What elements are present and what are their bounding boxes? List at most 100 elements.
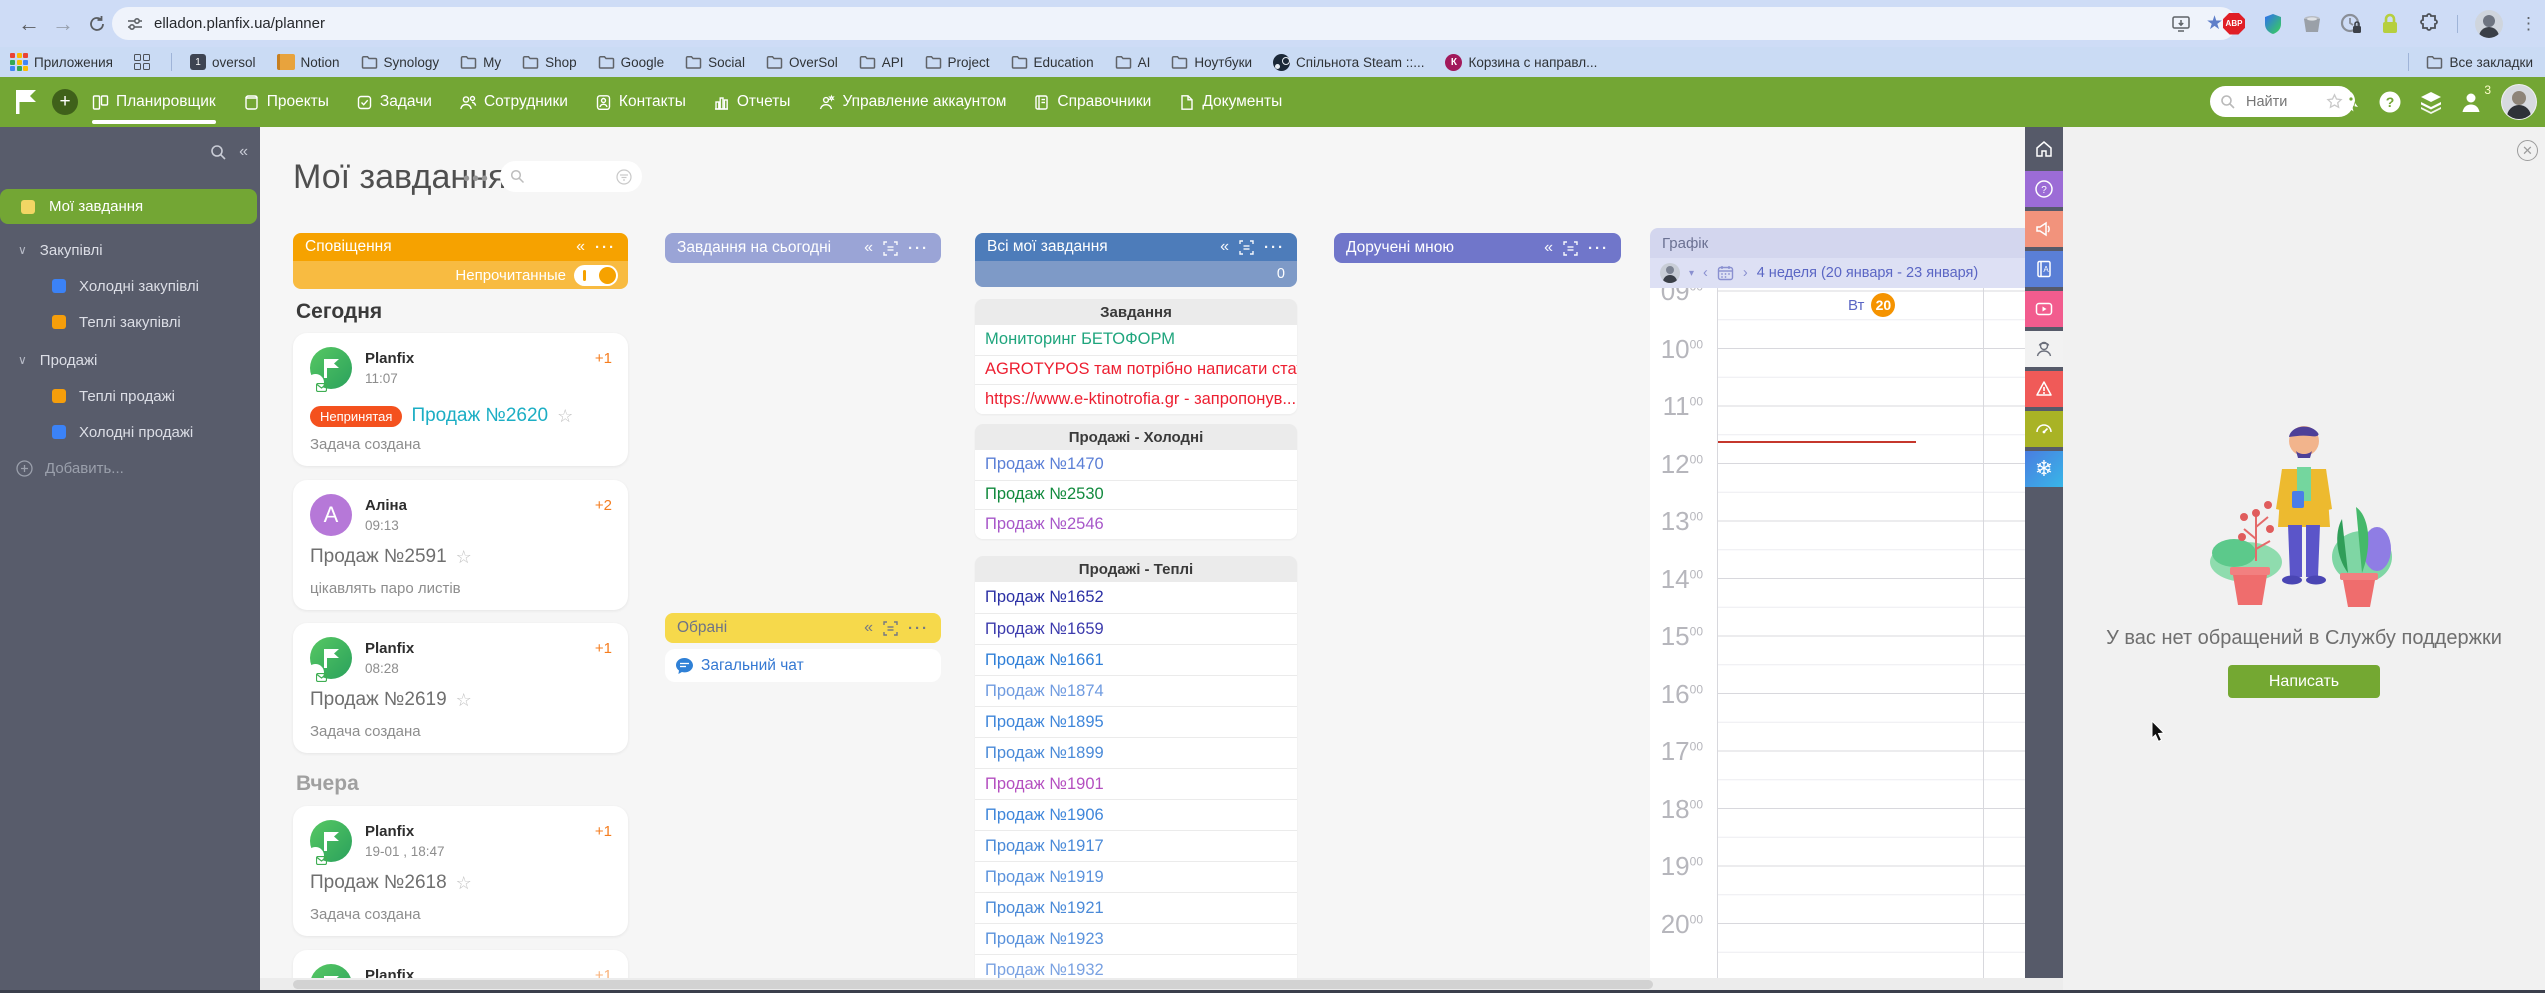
task-link[interactable]: Продаж №2591 [310,546,447,568]
task-link[interactable]: Продаж №2620 [411,405,548,427]
sidebar-item-warm-sales[interactable]: Теплі продажі [0,381,257,411]
scrollbar-thumb[interactable] [293,979,1653,989]
collapse-icon[interactable]: « [1220,238,1229,256]
board-menu-icon[interactable]: ··· [908,620,929,637]
bucket-extension-icon[interactable] [2301,13,2323,35]
next-week-icon[interactable]: › [1743,265,1748,281]
favorite-star-icon[interactable]: ☆ [456,873,472,894]
menu-icon[interactable] [2300,93,2324,111]
expand-icon[interactable] [1563,240,1578,256]
task-row[interactable]: https://www.e-ktinotrofia.gr - запропону… [975,384,1297,414]
task-row[interactable]: Мониторинг БЕТОФОРМ [975,325,1297,355]
support-write-button[interactable]: Написать [2228,665,2380,698]
task-link[interactable]: Продаж №2618 [310,872,447,894]
today-date-badge[interactable]: 20 [1871,293,1896,317]
nav-directories[interactable]: Справочники [1033,77,1151,127]
task-row[interactable]: Продаж №1470 [975,450,1297,480]
close-icon[interactable]: ✕ [2517,140,2538,161]
expand-icon[interactable] [883,240,898,256]
horizontal-scrollbar[interactable] [260,978,2063,990]
bookmark-folder[interactable]: My [460,55,501,70]
bookmark-folder[interactable]: API [859,55,904,70]
video-tutorials-icon[interactable] [2025,291,2063,327]
layers-icon[interactable] [2419,90,2443,114]
nav-planner[interactable]: Планировщик [92,77,216,127]
task-row[interactable]: Продаж №1917 [975,830,1297,861]
favorites-header[interactable]: Обрані « ··· [665,613,941,643]
schedule-user-avatar[interactable] [1660,263,1680,283]
notification-card[interactable]: Planfix 11:07 +1 Непринятая Продаж №2620… [293,333,628,466]
sidebar-search-icon[interactable] [210,144,227,161]
sidebar-add-planner-button[interactable]: Добавить... [0,453,257,483]
task-group-header[interactable]: Продажі - Холодні [975,424,1297,450]
bookmark-folder[interactable]: Ноутбуки [1171,55,1252,70]
nav-reports[interactable]: Отчеты [713,77,790,127]
all-bookmarks-button[interactable]: Все закладки [2407,53,2533,71]
url-text[interactable]: elladon.planfix.ua/planner [154,15,325,32]
nav-account[interactable]: Управление аккаунтом [817,77,1006,127]
help-icon[interactable]: ? [2378,90,2402,114]
task-row[interactable]: Продаж №1661 [975,644,1297,675]
task-row[interactable]: Продаж №1895 [975,706,1297,737]
collapse-icon[interactable]: « [864,619,873,637]
task-row[interactable]: Продаж №1659 [975,613,1297,644]
notification-card[interactable]: Planfix 19-01 , 18:47 +1 Продаж №2618 ☆ … [293,806,628,936]
task-row[interactable]: Продаж №1874 [975,675,1297,706]
bookmark-notion[interactable]: Notion [276,54,340,70]
task-group-header[interactable]: Завдання [975,299,1297,325]
page-title-menu-icon[interactable]: ••• [463,168,490,191]
site-settings-icon[interactable] [126,15,144,33]
prev-week-icon[interactable]: ‹ [1703,265,1708,281]
whats-new-rocket-icon[interactable] [2341,91,2361,113]
planner-search[interactable] [500,161,642,192]
bookmark-grid-button[interactable] [133,54,150,70]
schedule-day-area[interactable]: Вт 20 Ср 21 [1717,288,2062,978]
sidebar-collapse-icon[interactable]: « [239,143,248,161]
task-group-header[interactable]: Продажі - Теплі [975,556,1297,582]
bookmark-cart[interactable]: К Корзина с направл... [1445,53,1597,71]
bookmark-folder[interactable]: Project [925,55,990,70]
board-menu-icon[interactable]: ··· [908,240,929,257]
browser-menu-icon[interactable]: ⋮ [2520,15,2537,32]
filter-icon[interactable] [616,168,632,185]
expand-icon[interactable] [883,620,898,636]
address-bar[interactable]: elladon.planfix.ua/planner ★ [112,7,2237,40]
collapse-icon[interactable]: « [1544,239,1553,257]
collapse-icon[interactable]: « [864,239,873,257]
expand-icon[interactable] [1239,239,1254,255]
board-menu-icon[interactable]: ··· [1264,239,1285,256]
task-row[interactable]: Продаж №1923 [975,923,1297,954]
adblock-extension-icon[interactable]: ABP [2223,12,2245,35]
task-row[interactable]: Продаж №2530 [975,479,1297,509]
bookmark-oversol[interactable]: 1 oversol [189,54,256,70]
task-row[interactable]: AGROTYPOS там потрібно написати статт... [975,354,1297,384]
collapse-icon[interactable]: « [576,238,585,256]
support-contact-icon[interactable]: 3 [2460,83,2491,113]
install-app-icon[interactable] [2171,14,2191,34]
nav-contacts[interactable]: Контакты [595,77,686,127]
guide-book-icon[interactable]: A [2025,251,2063,287]
support-service-icon[interactable] [2025,331,2063,367]
board-menu-icon[interactable]: ··· [1588,240,1609,257]
browser-reload-button[interactable] [80,7,114,41]
nav-tasks[interactable]: Задачи [356,77,432,127]
today-tasks-header[interactable]: Завдання на сьогодні « ··· [665,233,941,263]
task-row[interactable]: Продаж №2546 [975,509,1297,539]
bookmark-apps[interactable]: Приложения [0,53,113,71]
favorite-star-icon[interactable]: ☆ [557,406,573,427]
task-row[interactable]: Продаж №1652 [975,582,1297,613]
bookmark-folder[interactable]: Social [685,55,745,70]
bookmark-folder[interactable]: Education [1011,55,1094,70]
bookmark-folder[interactable]: Shop [522,55,577,70]
home-icon[interactable] [2025,131,2063,167]
announcements-icon[interactable] [2025,211,2063,247]
task-row[interactable]: Продаж №1919 [975,861,1297,892]
bookmark-star-icon[interactable]: ★ [2206,12,2223,35]
sidebar-group-sales[interactable]: ∨ Продажі [0,345,257,375]
nav-projects[interactable]: Проекты [243,77,329,127]
notifications-header[interactable]: Сповіщення «··· [293,233,628,261]
alerts-icon[interactable] [2025,371,2063,407]
sidebar-item-cold-sales[interactable]: Холодні продажі [0,417,257,447]
favorite-star-icon[interactable]: ☆ [456,547,472,568]
favorite-star-icon[interactable]: ☆ [456,690,472,711]
